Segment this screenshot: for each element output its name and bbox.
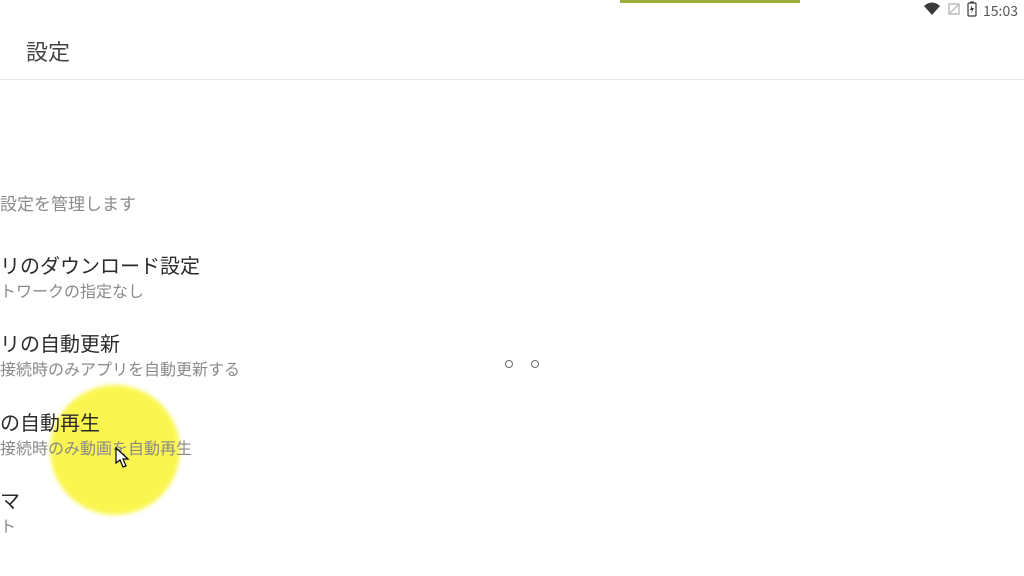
setting-title: リの自動更新 [0, 329, 1024, 357]
status-stripe-green [620, 0, 800, 3]
setting-title: リのダウンロード設定 [0, 251, 1024, 279]
status-time: 15:03 [983, 1, 1018, 21]
setting-desc: ト [0, 514, 1024, 536]
battery-charging-icon [967, 1, 977, 22]
page-title: 設定 [26, 35, 70, 67]
wifi-icon [923, 1, 941, 21]
setting-theme[interactable]: マ ト [0, 486, 1024, 536]
setting-desc: 接続時のみ動画を自動再生 [0, 436, 1024, 458]
setting-title: マ [0, 486, 1024, 514]
status-bar: 15:03 [0, 0, 1024, 22]
setting-title: の自動再生 [0, 408, 1024, 436]
main-content: 設定を管理します リのダウンロード設定 トワークの指定なし リの自動更新 接続時… [0, 80, 1024, 576]
setting-desc: 接続時のみアプリを自動更新する [0, 357, 1024, 379]
status-stripe-dark [0, 0, 1024, 3]
setting-autoplay-videos[interactable]: の自動再生 接続時のみ動画を自動再生 [0, 408, 1024, 458]
settings-manage-label: 設定を管理します [0, 190, 1024, 215]
no-sim-icon [947, 1, 961, 21]
setting-desc: トワークの指定なし [0, 279, 1024, 301]
setting-download-preference[interactable]: リのダウンロード設定 トワークの指定なし [0, 251, 1024, 301]
app-bar: 設定 [0, 22, 1024, 80]
setting-auto-update-apps[interactable]: リの自動更新 接続時のみアプリを自動更新する [0, 329, 1024, 379]
settings-list: 設定を管理します リのダウンロード設定 トワークの指定なし リの自動更新 接続時… [0, 190, 1024, 565]
